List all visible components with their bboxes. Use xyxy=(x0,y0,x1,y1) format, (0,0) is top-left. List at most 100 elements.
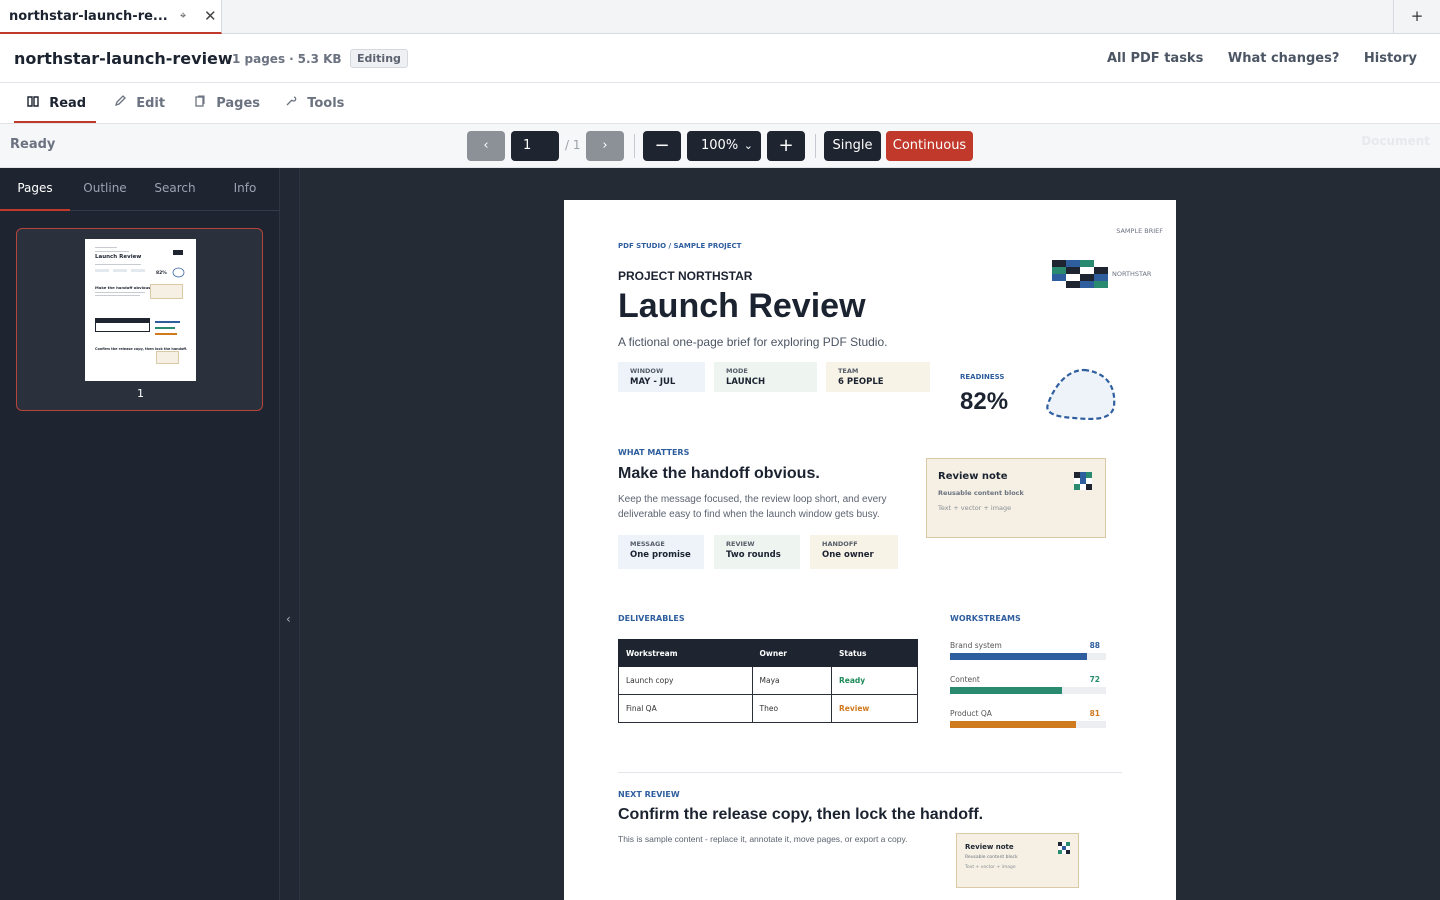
status-text: Ready xyxy=(10,137,56,152)
tab-title[interactable]: northstar-launch-re... xyxy=(9,9,168,24)
pill-review: REVIEW Two rounds xyxy=(714,535,800,569)
note-title: Review note xyxy=(938,471,1008,482)
document-label: Document xyxy=(1361,134,1430,148)
page-total: / 1 xyxy=(565,138,581,152)
page-number-input[interactable]: 1 xyxy=(511,131,559,161)
status-badge: Editing xyxy=(350,49,408,68)
progress-track xyxy=(950,653,1106,660)
stat-key: MODE xyxy=(726,367,748,375)
close-icon[interactable]: ✕ xyxy=(204,7,217,25)
mode-tab-tools[interactable]: Tools xyxy=(285,83,344,123)
workstreams-kicker: WORKSTREAMS xyxy=(950,614,1021,623)
pill-message: MESSAGE One promise xyxy=(618,535,704,569)
sidebar: Pages Outline Search Info Launch Review … xyxy=(0,168,280,900)
zoom-in-button[interactable]: + xyxy=(767,131,805,161)
deliverables-table: Workstream Owner Status Launch copy Maya… xyxy=(618,639,918,723)
stat-value: MAY - JUL xyxy=(630,377,676,387)
stat-value: LAUNCH xyxy=(726,377,766,387)
stat-key: TEAM xyxy=(838,367,859,375)
chevron-left-icon: ‹ xyxy=(286,612,291,626)
thumbnail-blob xyxy=(172,267,185,278)
body-line: Keep the message focused, the review loo… xyxy=(618,494,887,505)
book-icon xyxy=(27,96,43,110)
pill-value: One owner xyxy=(822,550,874,560)
next-page-button[interactable]: › xyxy=(586,131,624,161)
what-changes-link[interactable]: What changes? xyxy=(1228,51,1340,66)
sidebar-tab-pages[interactable]: Pages xyxy=(0,168,70,211)
review-note-card-small: Review note Reusable content block Text … xyxy=(956,833,1079,888)
thumbnail-image: Launch Review 82% Make the handoff obvio… xyxy=(85,239,196,381)
project-label: PROJECT NORTHSTAR xyxy=(618,269,753,283)
body-line: deliverable easy to find when the launch… xyxy=(618,509,880,520)
mode-label: Pages xyxy=(216,96,260,111)
header-links: All PDF tasks What changes? History xyxy=(1087,51,1417,66)
note-pattern-icon xyxy=(1058,842,1070,854)
deliverables-kicker: DELIVERABLES xyxy=(618,614,685,623)
chevron-right-icon: › xyxy=(602,138,608,153)
table-header: Workstream xyxy=(618,639,753,667)
status-cell: Ready xyxy=(831,666,918,695)
review-note-card: Review note Reusable content block Text … xyxy=(926,458,1106,538)
workstream-value: 81 xyxy=(1089,709,1100,718)
continuous-view-button[interactable]: Continuous xyxy=(886,131,973,161)
thumbnail-bar xyxy=(155,321,180,323)
pin-icon[interactable]: ⌖ xyxy=(180,9,186,23)
readiness-value: 82% xyxy=(960,388,1009,415)
table-row: Final QA Theo Review xyxy=(618,694,918,723)
table-cell: Final QA xyxy=(618,694,753,723)
readiness-blob xyxy=(1046,368,1116,421)
pill-value: One promise xyxy=(630,550,691,560)
thumbnail-note xyxy=(156,351,179,364)
meta-separator: · xyxy=(289,52,294,66)
zoom-value: 100% xyxy=(701,138,739,153)
pdf-page[interactable]: SAMPLE BRIEF PDF STUDIO / SAMPLE PROJECT… xyxy=(564,200,1176,900)
section-divider xyxy=(618,772,1122,773)
document-tab[interactable]: northstar-launch-re... ⌖ ✕ xyxy=(0,0,222,34)
note-meta: Text + vector + image xyxy=(938,504,1012,512)
page-subtitle: A fictional one-page brief for exploring… xyxy=(618,335,888,349)
single-view-button[interactable]: Single xyxy=(824,131,881,161)
page-thumbnail[interactable]: Launch Review 82% Make the handoff obvio… xyxy=(16,228,263,411)
chevron-down-icon: ⌄ xyxy=(743,139,753,152)
pill-key: MESSAGE xyxy=(630,540,665,548)
all-pdf-tasks-link[interactable]: All PDF tasks xyxy=(1107,51,1203,66)
progress-track xyxy=(950,721,1106,728)
status-cell: Review xyxy=(831,694,918,723)
mode-tab-pages[interactable]: Pages xyxy=(194,83,260,123)
document-canvas[interactable]: SAMPLE BRIEF PDF STUDIO / SAMPLE PROJECT… xyxy=(300,168,1440,900)
previous-page-button[interactable]: ‹ xyxy=(467,131,505,161)
matters-kicker: WHAT MATTERS xyxy=(618,448,690,457)
matters-body: Keep the message focused, the review loo… xyxy=(618,492,887,522)
sidebar-tab-outline[interactable]: Outline xyxy=(70,168,140,211)
sidebar-tab-info[interactable]: Info xyxy=(210,168,280,211)
stat-card-mode: MODE LAUNCH xyxy=(714,362,817,392)
mode-tab-read[interactable]: Read xyxy=(14,83,96,123)
thumbnail-note xyxy=(150,284,183,299)
minus-icon: − xyxy=(654,135,670,156)
thumbnail-logo xyxy=(173,250,183,255)
mode-tab-edit[interactable]: Edit xyxy=(114,83,165,123)
tools-icon xyxy=(285,96,301,110)
next-body: This is sample content - replace it, ann… xyxy=(618,834,908,844)
next-heading: Confirm the release copy, then lock the … xyxy=(618,806,984,823)
file-size: 5.3 KB xyxy=(297,52,342,66)
document-header: northstar-launch-review 1 pages · 5.3 KB E… xyxy=(0,34,1440,83)
zoom-out-button[interactable]: − xyxy=(643,131,681,161)
document-meta: 1 pages · 5.3 KB xyxy=(232,52,342,66)
zoom-select[interactable]: 100% ⌄ xyxy=(687,131,761,161)
viewer-toolbar: Ready ‹ 1 / 1 › − 100% ⌄ + Single Continu… xyxy=(0,124,1440,168)
table-cell: Theo xyxy=(751,694,833,723)
history-link[interactable]: History xyxy=(1364,51,1417,66)
mode-label: Edit xyxy=(136,96,166,111)
table-header-row: Workstream Owner Status xyxy=(618,639,918,667)
sidebar-collapse-handle[interactable]: ‹ xyxy=(280,168,300,900)
sidebar-tabs: Pages Outline Search Info xyxy=(0,168,280,211)
new-tab-button[interactable]: + xyxy=(1393,0,1440,34)
workstream-label: Content xyxy=(950,675,980,684)
sidebar-tab-search[interactable]: Search xyxy=(140,168,210,211)
readiness-label: READINESS xyxy=(960,373,1005,381)
note-title: Review note xyxy=(965,843,1014,851)
thumbnail-heading: Make the handoff obvious. xyxy=(95,285,152,290)
workstream-value: 72 xyxy=(1089,675,1100,684)
thumbnail-title: Launch Review xyxy=(95,254,142,260)
